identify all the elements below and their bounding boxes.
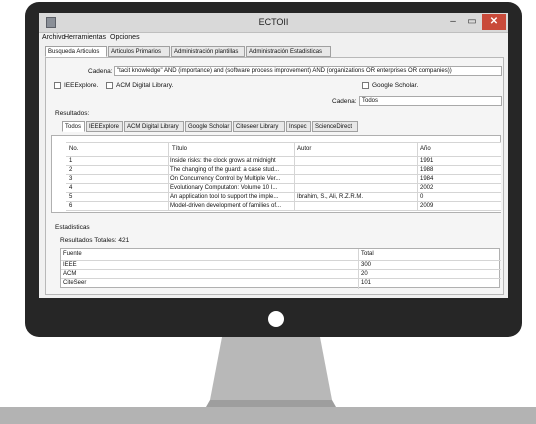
tab-google-scholar[interactable]: Google Scholar (185, 121, 232, 132)
minimize-button[interactable]: – (444, 14, 462, 30)
results-table: No. Título Autor Año 1 Inside risks: the… (66, 142, 501, 212)
header-total[interactable]: Total (361, 251, 374, 257)
tab-administracion-estadisticas[interactable]: Administración Estadisticas (246, 46, 331, 57)
results-label: Resultados: (55, 110, 90, 117)
tab-articulos-primarios[interactable]: Articulos Primarios (108, 46, 170, 57)
stats-total: Resultados Totales: 421 (60, 237, 130, 244)
tab-todos[interactable]: Todos (62, 121, 85, 132)
filter-select[interactable]: Todos (359, 96, 502, 106)
acm-checkbox[interactable] (106, 82, 113, 89)
ieee-checkbox[interactable] (54, 82, 61, 89)
menu-herramientas[interactable]: Herramientas (64, 34, 106, 41)
header-anio[interactable]: Año (420, 146, 431, 152)
header-no[interactable]: No. (69, 146, 78, 152)
close-button[interactable]: ✕ (482, 14, 506, 30)
table-row[interactable]: 6 Model-driven development of families o… (66, 202, 501, 210)
table-row[interactable]: ACM 20 (61, 270, 501, 278)
google-label: Google Scholar. (372, 82, 419, 89)
header-fuente[interactable]: Fuente (63, 251, 82, 257)
table-row[interactable]: 3 On Concurrency Control by Multiple Ver… (66, 175, 501, 183)
table-row[interactable]: IEEE 300 (61, 261, 501, 269)
table-row[interactable]: CiteSeer 101 (61, 279, 501, 287)
power-button (268, 311, 284, 327)
results-panel: No. Título Autor Año 1 Inside risks: the… (51, 135, 501, 213)
menu-bar: Archivo Herramientas Opciones (39, 33, 508, 44)
stats-table: Fuente Total IEEE 300 ACM 20 CiteSeer 10… (60, 248, 501, 289)
stats-label: Estadisticas (55, 224, 90, 231)
window-title: ECTOII (258, 17, 289, 27)
tab-acm[interactable]: ACM Digital Library (124, 121, 184, 132)
table-row[interactable]: 5 An application tool to support the imp… (66, 193, 501, 201)
cadena-label: Cadena: (88, 68, 113, 75)
cadena-input[interactable]: "tacit knowledge" AND (importance) and (… (114, 66, 502, 76)
tab-inspec[interactable]: Inspec (286, 121, 311, 132)
table-row[interactable]: 4 Evolutionary Computaton: Volume 10 I..… (66, 184, 501, 192)
tab-administracion-plantillas[interactable]: Administración plantillas (171, 46, 245, 57)
tab-citeseer[interactable]: Citeseer Library (233, 121, 285, 132)
tab-sciencedirect[interactable]: ScienceDirect (312, 121, 358, 132)
app-window: ECTOII – ▭ ✕ Archivo Herramientas Opcion… (39, 13, 508, 298)
header-titulo[interactable]: Título (172, 146, 187, 152)
menu-opciones[interactable]: Opciones (110, 34, 140, 41)
tab-busqueda-articulos[interactable]: Busqueda Articulos (45, 46, 107, 57)
acm-label: ACM Digital Library. (116, 82, 174, 89)
maximize-button[interactable]: ▭ (463, 14, 481, 30)
filter-label: Cadena: (332, 98, 357, 105)
ieee-label: IEEExplore. (64, 82, 99, 89)
table-row[interactable]: 1 Inside risks: the clock grows at midni… (66, 157, 501, 165)
title-bar: ECTOII – ▭ ✕ (39, 13, 508, 33)
table-row[interactable]: 2 The changing of the guard: a case stud… (66, 166, 501, 174)
google-checkbox[interactable] (362, 82, 369, 89)
header-autor[interactable]: Autor (297, 146, 311, 152)
tab-ieeexplore[interactable]: IEEExplore (86, 121, 123, 132)
menu-archivo[interactable]: Archivo (42, 34, 65, 41)
